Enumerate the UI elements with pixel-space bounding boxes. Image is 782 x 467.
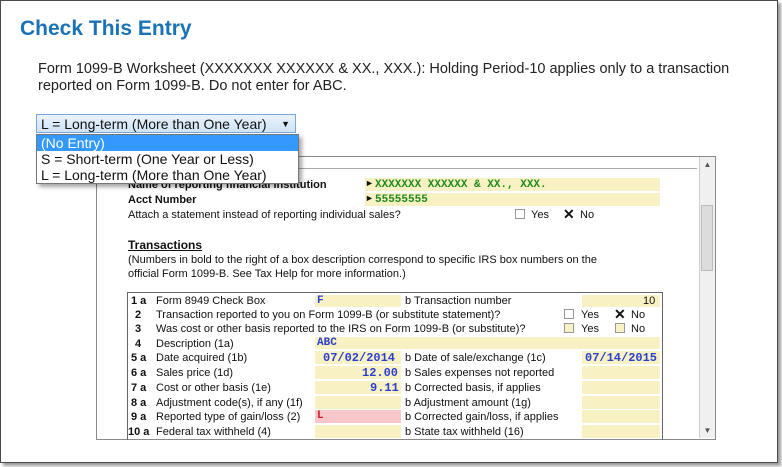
date-acquired-label: Date acquired (1b) (156, 352, 248, 364)
check-entry-dialog: Check This Entry Form 1099-B Worksheet (… (0, 0, 778, 463)
option-no-entry[interactable]: (No Entry) (37, 135, 298, 151)
federal-withheld-label: Federal tax withheld (4) (156, 426, 271, 438)
scroll-thumb[interactable] (701, 205, 713, 271)
scroll-down-icon[interactable]: ▼ (700, 423, 715, 438)
arrow-right-icon: ► (365, 193, 374, 203)
reported-yes-label: Yes (581, 309, 599, 321)
row-number: 2 (135, 309, 142, 321)
form-8949-label: Form 8949 Check Box (156, 295, 266, 307)
row-number: 7 a (131, 382, 147, 394)
row-number: 6 a (131, 367, 147, 379)
row-number: 1 a (131, 295, 147, 307)
description-label: Description (1a) (156, 338, 234, 350)
holding-period-options[interactable]: (No Entry) S = Short-term (One Year or L… (36, 134, 299, 184)
transactions-heading: Transactions (128, 238, 203, 252)
sales-price-value[interactable]: 12.00 (362, 366, 398, 380)
basis-no-checkbox[interactable] (615, 323, 625, 333)
corrected-basis-label: b Corrected basis, if applies (405, 382, 541, 394)
chevron-down-icon[interactable]: ▼ (281, 115, 290, 134)
transactions-note: (Numbers in bold to the right of a box d… (128, 254, 597, 280)
attach-statement-label: Attach a statement instead of reporting … (128, 209, 401, 221)
transaction-number-label: b Transaction number (405, 295, 512, 307)
date-sale-value[interactable]: 07/14/2015 (585, 351, 657, 365)
reported-no-label: No (631, 309, 646, 321)
form-8949-value[interactable]: F (317, 295, 324, 307)
holding-period-selected: L = Long-term (More than One Year) (41, 116, 267, 132)
state-withheld-label: b State tax withheld (16) (405, 426, 524, 438)
gain-loss-type-value[interactable]: L (317, 410, 324, 422)
basis-yes-label: Yes (581, 323, 599, 335)
adjustment-code-label: Adjustment code(s), if any (1f) (156, 397, 303, 409)
error-field-highlight (315, 410, 401, 423)
basis-no-label: No (631, 323, 646, 335)
institution-value[interactable]: XXXXXXX XXXXXX & XX., XXX. (375, 179, 547, 191)
scroll-up-icon[interactable]: ▲ (700, 157, 715, 172)
acct-label: Acct Number (128, 194, 197, 206)
date-acquired-value[interactable]: 07/02/2014 (323, 351, 395, 365)
holding-period-select[interactable]: L = Long-term (More than One Year) ▼ (36, 114, 296, 133)
option-short-term[interactable]: S = Short-term (One Year or Less) (37, 151, 298, 167)
checked-x-icon[interactable]: ✕ (563, 207, 575, 221)
reported-yes-checkbox[interactable] (564, 309, 574, 319)
row-number: 3 (135, 323, 142, 335)
row-number: 8 a (131, 397, 147, 409)
cost-basis-label: Cost or other basis (1e) (156, 382, 271, 394)
attach-no-label: No (580, 209, 595, 221)
gain-loss-type-label: Reported type of gain/loss (2) (156, 411, 301, 423)
arrow-right-icon: ► (365, 178, 374, 188)
error-message: Form 1099-B Worksheet (XXXXXXX XXXXXX & … (38, 61, 730, 94)
attach-yes-checkbox[interactable] (515, 209, 525, 219)
description-value[interactable]: ABC (317, 337, 337, 349)
cost-basis-value[interactable]: 9.11 (370, 381, 399, 395)
reported-on-1099b-label: Transaction reported to you on Form 1099… (156, 309, 501, 321)
row-number: 4 (135, 338, 142, 350)
checked-x-icon[interactable]: ✕ (614, 307, 626, 321)
corrected-gain-label: b Corrected gain/loss, if applies (405, 411, 559, 423)
date-sale-label: b Date of sale/exchange (1c) (405, 352, 546, 364)
sales-price-label: Sales price (1d) (156, 367, 234, 379)
dialog-title: Check This Entry (20, 17, 192, 40)
sales-expenses-label: b Sales expenses not reported (405, 367, 555, 379)
acct-value[interactable]: 55555555 (375, 194, 428, 206)
option-long-term[interactable]: L = Long-term (More than One Year) (37, 167, 298, 183)
row-number: 5 a (131, 352, 147, 364)
row-number: 9 a (131, 411, 147, 423)
row-number: 10 a (128, 426, 150, 438)
basis-yes-checkbox[interactable] (564, 323, 574, 333)
vertical-scrollbar[interactable]: ▲ ▼ (699, 157, 715, 438)
adjustment-amount-label: b Adjustment amount (1g) (405, 397, 531, 409)
transaction-number-value[interactable]: 10 (643, 295, 655, 307)
attach-yes-label: Yes (531, 209, 549, 221)
basis-reported-label: Was cost or other basis reported to the … (156, 323, 526, 335)
